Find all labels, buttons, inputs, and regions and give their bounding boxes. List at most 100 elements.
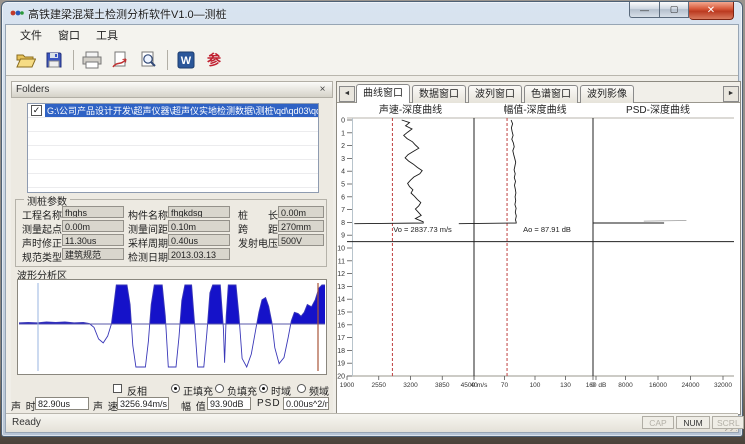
param-label: 声时修正	[22, 235, 62, 250]
waveform-canvas[interactable]	[17, 279, 327, 375]
x-tick-label: 0	[591, 382, 595, 389]
list-row-empty	[28, 160, 318, 174]
param-value: 500V	[278, 234, 324, 246]
export-report-button[interactable]	[108, 49, 132, 71]
tab-0[interactable]: 曲线窗口	[356, 84, 410, 103]
x-tick-label: 2550	[372, 382, 387, 389]
param-label: 工程名称	[22, 207, 62, 222]
fill-mode-radio-1[interactable]	[215, 384, 224, 393]
client-area: 文件窗口工具 W参 Folders × ✓G:\公司产品设计开发\超声仪器\超声…	[5, 24, 739, 433]
x-tick-label: 1900	[340, 382, 355, 389]
param-value: 0.00m	[278, 206, 324, 218]
fill-mode-label-0: 正填充	[183, 383, 213, 398]
tab-1[interactable]: 数据窗口	[412, 85, 466, 103]
maximize-button[interactable]: ▢	[660, 2, 689, 18]
depth-tick-label: 6	[341, 194, 345, 201]
x-tick-label: 16000	[649, 382, 667, 389]
tab-scroll-left-icon[interactable]: ◄	[339, 86, 355, 102]
window-title: 高铁建梁混凝土检测分析软件V1.0—测桩	[28, 6, 227, 22]
tab-4[interactable]: 波列影像	[580, 85, 634, 103]
param-label: 构件名称	[128, 207, 168, 222]
x-tick-label: 40	[470, 382, 478, 389]
param-label: 发射电压	[238, 235, 278, 250]
readout-label-3: PSD	[257, 398, 281, 409]
save-button[interactable]	[42, 49, 66, 71]
title-bar[interactable]: 高铁建梁混凝土检测分析软件V1.0—测桩 — ▢ ✕	[2, 2, 742, 24]
toolbar-separator	[167, 50, 168, 70]
status-message: Ready	[12, 417, 41, 428]
depth-tick-label: 10	[337, 246, 345, 253]
domain-radio-0[interactable]	[259, 384, 268, 393]
x-tick-label: 100	[530, 382, 541, 389]
tab-strip: ◄曲线窗口数据窗口波列窗口色谱窗口波列影像 ►	[337, 82, 740, 103]
wave-controls: 反相正填充负填充时域频域	[11, 383, 333, 396]
x-tick-label: 32000	[714, 382, 732, 389]
menu-item-1[interactable]: 窗口	[50, 25, 88, 45]
x-tick-label: 3850	[435, 382, 450, 389]
depth-tick-label: 9	[341, 233, 345, 240]
selected-file-path[interactable]: G:\公司产品设计开发\超声仪器\超声仪实地检测数据\测桩\qd\qd03\qd…	[45, 104, 318, 117]
tab-2[interactable]: 波列窗口	[468, 85, 522, 103]
menu-bar: 文件窗口工具	[6, 25, 738, 45]
domain-radio-1[interactable]	[297, 384, 306, 393]
param-value: 270mm	[278, 220, 324, 232]
domain-label-0: 时域	[271, 383, 291, 398]
tab-scroll-right-icon[interactable]: ►	[723, 86, 739, 102]
toolbar: W参	[6, 45, 738, 76]
parameters-icon: 参	[207, 50, 221, 70]
x-tick-label: 70	[501, 382, 509, 389]
status-key-cap: CAP	[642, 416, 674, 429]
print-button[interactable]	[80, 49, 104, 71]
wave-readouts: 声 时82.90us声 速3256.94m/s幅 值93.90dBPSD0.00…	[11, 397, 333, 410]
invert-checkbox[interactable]	[113, 384, 122, 393]
fill-mode-radio-0[interactable]	[171, 384, 180, 393]
depth-tick-label: 7	[341, 207, 345, 214]
readout-value-2[interactable]: 93.90dB	[207, 397, 251, 410]
export-report-icon	[111, 51, 129, 69]
folders-panel-caption[interactable]: Folders ×	[11, 81, 333, 98]
readout-value-0[interactable]: 82.90us	[35, 397, 89, 410]
depth-tick-label: 19	[337, 361, 345, 368]
chart-title-2: PSD-深度曲线	[626, 104, 690, 116]
word-report-icon: W	[177, 51, 195, 69]
depth-curves-chart[interactable]: 01234567891011121314151617181920声速-深度曲线1…	[337, 104, 740, 394]
menu-item-2[interactable]: 工具	[88, 25, 126, 45]
parameters-button[interactable]: 参	[202, 49, 226, 71]
readout-value-1[interactable]: 3256.94m/s	[117, 397, 169, 410]
app-window: 高铁建梁混凝土检测分析软件V1.0—测桩 — ▢ ✕ 文件窗口工具 W参 Fol…	[1, 1, 743, 437]
param-value: fhgkdsg	[168, 206, 230, 218]
menu-item-0[interactable]: 文件	[12, 25, 50, 45]
open-folder-button[interactable]	[14, 49, 38, 71]
annotation-0: Vo = 2837.73 m/s	[393, 225, 452, 234]
pile-params-group: 测桩参数 工程名称fhghs测量起点0.00m声时修正11.30us规范类型建筑…	[15, 199, 327, 267]
x-tick-label: 24000	[681, 382, 699, 389]
file-list[interactable]: ✓G:\公司产品设计开发\超声仪器\超声仪实地检测数据\测桩\qd\qd03\q…	[27, 103, 319, 193]
waveform-line	[19, 285, 325, 367]
window-controls: — ▢ ✕	[629, 2, 734, 20]
minimize-button[interactable]: —	[629, 2, 660, 18]
waveform-svg	[18, 280, 326, 374]
depth-tick-label: 17	[337, 335, 345, 342]
param-label: 桩 长	[238, 207, 278, 222]
param-value: 0.40us	[168, 234, 230, 246]
list-row-empty	[28, 146, 318, 160]
readout-value-3[interactable]: 0.00us^2/m	[283, 397, 329, 410]
x-tick-label: 3200	[403, 382, 418, 389]
list-item[interactable]: ✓G:\公司产品设计开发\超声仪器\超声仪实地检测数据\测桩\qd\qd03\q…	[28, 104, 318, 118]
tab-3[interactable]: 色谱窗口	[524, 85, 578, 103]
depth-tick-label: 8	[341, 220, 345, 227]
chart-title-1: 幅值-深度曲线	[503, 104, 566, 116]
depth-tick-label: 15	[337, 310, 345, 317]
param-value: 11.30us	[62, 234, 124, 246]
folders-panel-title: Folders	[16, 84, 49, 95]
folders-close-icon[interactable]: ×	[316, 83, 329, 96]
word-report-button[interactable]: W	[174, 49, 198, 71]
param-label: 采样周期	[128, 235, 168, 250]
checkbox-checked-icon[interactable]: ✓	[31, 105, 42, 116]
close-button[interactable]: ✕	[689, 2, 734, 20]
print-preview-button[interactable]	[136, 49, 160, 71]
depth-tick-label: 12	[337, 271, 345, 278]
param-label: 规范类型	[22, 249, 62, 264]
depth-tick-label: 16	[337, 322, 345, 329]
param-value: fhghs	[62, 206, 124, 218]
